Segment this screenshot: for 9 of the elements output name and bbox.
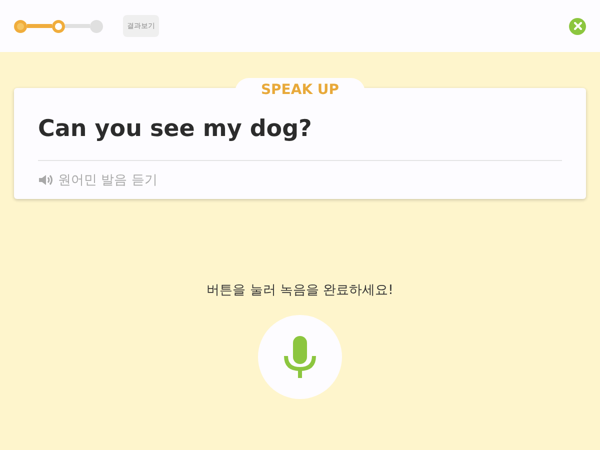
microphone-icon <box>283 336 317 378</box>
speaker-icon <box>38 174 53 186</box>
progress-step <box>14 20 27 32</box>
progress-step <box>52 20 65 32</box>
sentence-text: Can you see my dog? <box>38 116 313 142</box>
close-button[interactable] <box>569 18 586 34</box>
progress-step <box>90 20 103 32</box>
close-icon <box>574 22 582 30</box>
instruction-text: 버튼을 눌러 녹음을 완료하세요! <box>206 282 394 299</box>
